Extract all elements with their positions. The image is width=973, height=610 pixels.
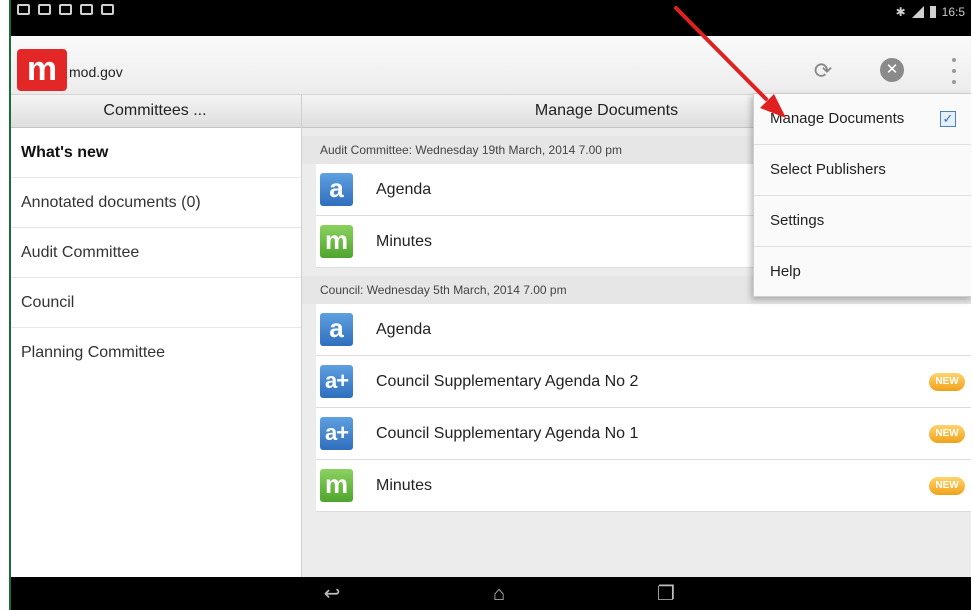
document-row[interactable]: a Agenda	[316, 304, 971, 356]
back-icon[interactable]: ↩	[312, 582, 352, 606]
menu-item-help[interactable]: Help	[754, 247, 971, 297]
nav-item-whats-new[interactable]: What's new	[9, 128, 301, 178]
document-row[interactable]: a+ Council Supplementary Agenda No 1 NEW	[316, 408, 971, 460]
home-icon[interactable]: ⌂	[479, 582, 519, 606]
tablet-screen: ✱ 16:5 m mod.gov ⟳ ✕ Committees ... What…	[9, 0, 971, 610]
minutes-icon: m	[320, 225, 353, 258]
system-nav-bar: ↩ ⌂ ❐	[9, 577, 971, 610]
committees-panel: Committees ... What's new Annotated docu…	[9, 95, 302, 577]
committees-header[interactable]: Committees ...	[9, 95, 301, 128]
menu-item-manage-documents[interactable]: Manage Documents ✓	[754, 94, 971, 145]
nav-item-audit-committee[interactable]: Audit Committee	[9, 228, 301, 278]
menu-item-select-publishers[interactable]: Select Publishers	[754, 145, 971, 196]
action-bar: m mod.gov ⟳ ✕	[9, 36, 971, 95]
nav-item-annotated-documents[interactable]: Annotated documents (0)	[9, 178, 301, 228]
recent-apps-icon[interactable]: ❐	[646, 582, 686, 606]
document-title: Minutes	[376, 477, 433, 494]
agenda-icon: a	[320, 173, 353, 206]
app-logo[interactable]: m	[17, 49, 67, 91]
status-right: ✱ 16:5	[896, 5, 965, 19]
document-row[interactable]: a+ Council Supplementary Agenda No 2 NEW	[316, 356, 971, 408]
frame-border	[9, 0, 11, 610]
document-title: Council Supplementary Agenda No 2	[376, 373, 639, 390]
document-title: Agenda	[376, 181, 432, 198]
document-title: Agenda	[376, 321, 432, 338]
status-bar: ✱ 16:5	[9, 0, 971, 36]
notification-icon	[80, 4, 93, 15]
notification-icons	[17, 4, 114, 15]
new-badge: NEW	[929, 373, 965, 391]
checkbox-icon[interactable]: ✓	[940, 111, 956, 127]
wifi-icon	[911, 6, 924, 18]
battery-icon	[929, 6, 936, 18]
clock: 16:5	[941, 5, 965, 19]
overflow-menu-icon[interactable]	[952, 58, 958, 84]
document-row[interactable]: m Minutes NEW	[316, 460, 971, 512]
app-title: mod.gov	[69, 64, 123, 80]
refresh-icon[interactable]: ⟳	[810, 58, 836, 84]
bluetooth-icon: ✱	[895, 5, 906, 19]
close-icon[interactable]: ✕	[880, 58, 904, 82]
notification-icon	[59, 4, 72, 15]
nav-item-council[interactable]: Council	[9, 278, 301, 328]
new-badge: NEW	[929, 425, 965, 443]
notification-icon	[17, 4, 30, 15]
new-badge: NEW	[929, 477, 965, 495]
overflow-menu: Manage Documents ✓ Select Publishers Set…	[753, 93, 971, 297]
supplementary-agenda-icon: a+	[320, 365, 353, 398]
menu-item-label: Manage Documents	[770, 110, 905, 127]
menu-item-settings[interactable]: Settings	[754, 196, 971, 247]
minutes-icon: m	[320, 469, 353, 502]
notification-icon	[38, 4, 51, 15]
notification-icon	[101, 4, 114, 15]
document-title: Council Supplementary Agenda No 1	[376, 425, 639, 442]
agenda-icon: a	[320, 313, 353, 346]
nav-item-planning-committee[interactable]: Planning Committee	[9, 328, 301, 377]
supplementary-agenda-icon: a+	[320, 417, 353, 450]
document-title: Minutes	[376, 233, 433, 250]
